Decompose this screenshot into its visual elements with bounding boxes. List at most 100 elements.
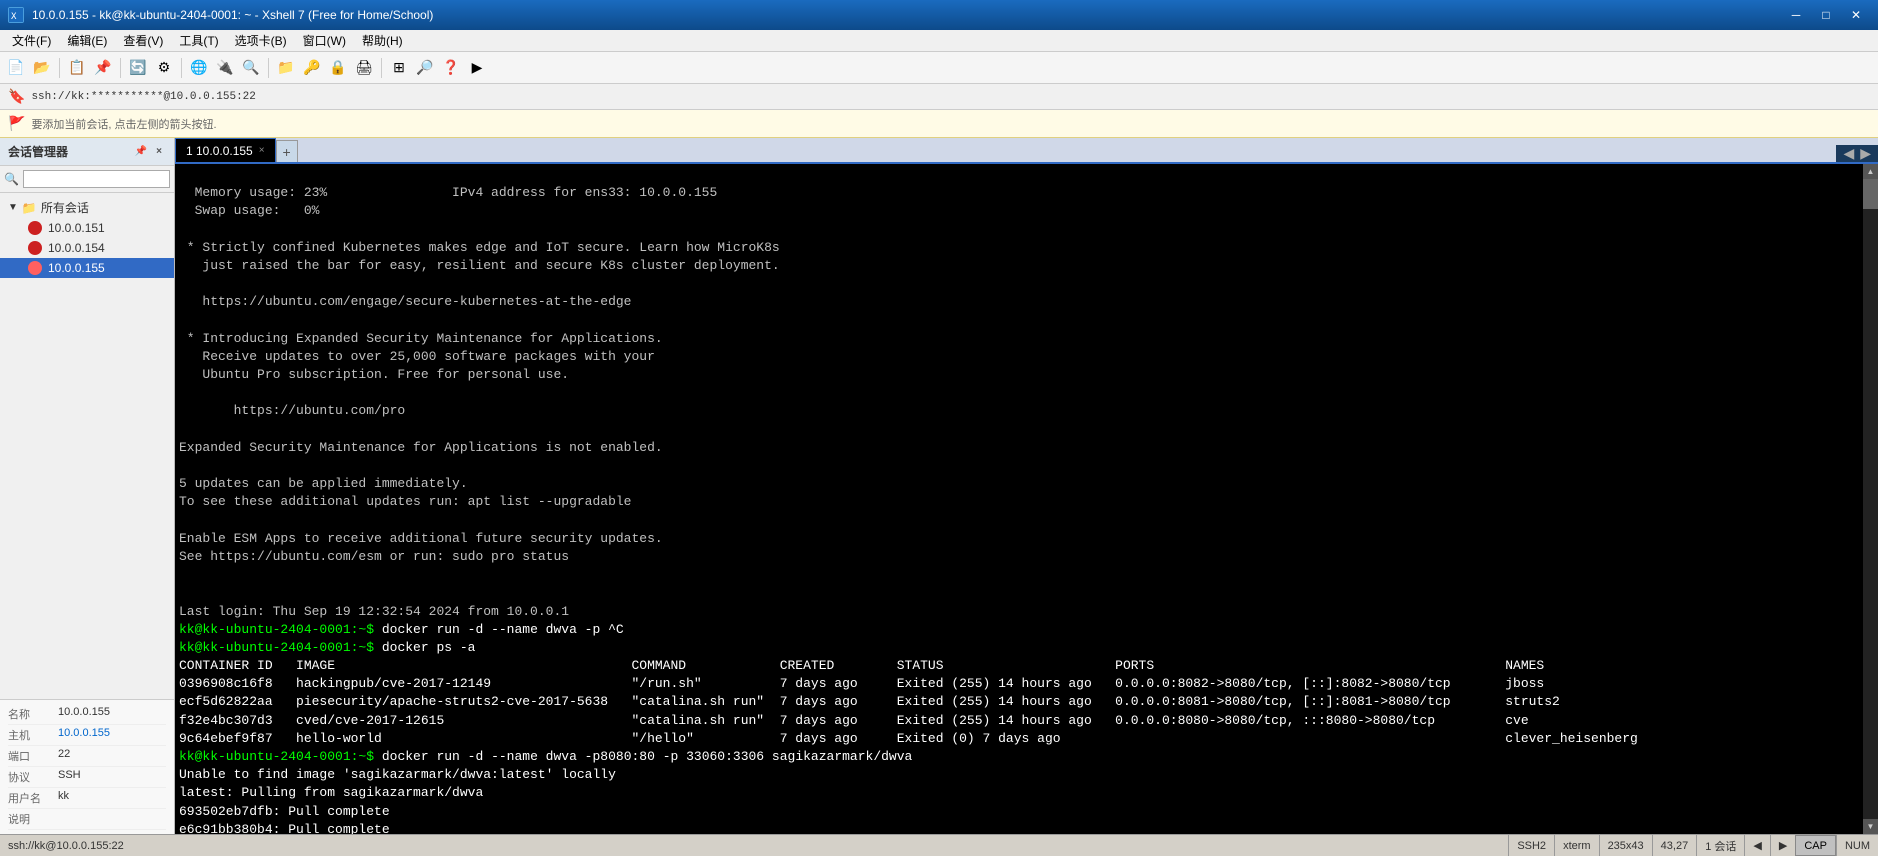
prop-label-port: 端口 bbox=[8, 748, 58, 764]
tree-root-all-sessions[interactable]: ▼ 📁 所有会话 bbox=[0, 197, 174, 218]
host-status-icon-151 bbox=[28, 221, 42, 235]
status-seg-ssh2: SSH2 bbox=[1508, 835, 1554, 856]
menu-bar: 文件(F)编辑(E)查看(V)工具(T)选项卡(B)窗口(W)帮助(H) bbox=[0, 30, 1878, 52]
sidebar-close-btn[interactable]: × bbox=[152, 145, 166, 159]
scroll-up-btn[interactable]: ▲ bbox=[1863, 164, 1878, 179]
scroll-down-btn[interactable]: ▼ bbox=[1863, 819, 1878, 834]
toolbar-disconnect[interactable]: 🔌 bbox=[213, 56, 237, 80]
nav-right-btn[interactable]: ▶ bbox=[1857, 145, 1874, 162]
status-left: ssh://kk@10.0.0.155:22 bbox=[0, 840, 1508, 852]
toolbar-more[interactable]: ▶ bbox=[465, 56, 489, 80]
scroll-thumb[interactable] bbox=[1863, 179, 1878, 209]
prop-value-protocol: SSH bbox=[58, 769, 166, 785]
host-label-155: 10.0.0.155 bbox=[48, 261, 105, 275]
sidebar-item-10.0.0.154[interactable]: 10.0.0.154 bbox=[0, 238, 174, 258]
toolbar-help[interactable]: ❓ bbox=[439, 56, 463, 80]
toolbar-sep-4 bbox=[268, 58, 269, 78]
close-button[interactable]: ✕ bbox=[1842, 5, 1870, 25]
menu-item-f[interactable]: 文件(F) bbox=[4, 30, 59, 51]
nav-left-btn[interactable]: ◀ bbox=[1840, 145, 1857, 162]
info-text: 要添加当前会话, 点击左侧的箭头按钮. bbox=[31, 116, 216, 132]
prop-label-host: 主机 bbox=[8, 727, 58, 743]
status-seg-cursor: 43,27 bbox=[1652, 835, 1697, 856]
info-icon: 🚩 bbox=[8, 115, 25, 132]
toolbar-new-file[interactable]: 📄 bbox=[4, 56, 28, 80]
address-icon: 🔖 bbox=[8, 88, 25, 105]
status-seg-sessions: 1 会话 bbox=[1696, 835, 1744, 856]
host-status-icon-155 bbox=[28, 261, 42, 275]
toolbar-sep-1 bbox=[59, 58, 60, 78]
toolbar-lock[interactable]: 🔒 bbox=[326, 56, 350, 80]
minimize-button[interactable]: ─ bbox=[1782, 5, 1810, 25]
search-icon: 🔍 bbox=[4, 172, 19, 186]
status-seg-arrow-right[interactable]: ▶ bbox=[1770, 835, 1795, 856]
menu-item-t[interactable]: 工具(T) bbox=[171, 30, 226, 51]
tab-close-btn[interactable]: × bbox=[259, 145, 265, 156]
prop-value-port: 22 bbox=[58, 748, 166, 764]
nav-arrows: ◀ ▶ bbox=[1836, 145, 1878, 162]
prop-row-username: 用户名 kk bbox=[8, 788, 166, 809]
terminal-main: Memory usage: 23% IPv4 address for ens33… bbox=[175, 164, 1878, 834]
title-bar: X 10.0.0.155 - kk@kk-ubuntu-2404-0001: ~… bbox=[0, 0, 1878, 30]
toolbar-settings[interactable]: ⚙ bbox=[152, 56, 176, 80]
terminal-tab-1[interactable]: 1 10.0.0.155 × bbox=[175, 138, 276, 162]
sidebar-header: 会话管理器 📌 × bbox=[0, 138, 174, 166]
tab-label: 1 10.0.0.155 bbox=[186, 144, 253, 158]
prop-label-desc: 说明 bbox=[8, 811, 58, 827]
status-cursor-label: 43,27 bbox=[1661, 840, 1689, 852]
sidebar-item-10.0.0.151[interactable]: 10.0.0.151 bbox=[0, 218, 174, 238]
terminal-content[interactable]: Memory usage: 23% IPv4 address for ens33… bbox=[175, 164, 1863, 834]
arrow-right-icon[interactable]: ▶ bbox=[1779, 839, 1787, 852]
menu-item-b[interactable]: 选项卡(B) bbox=[227, 30, 295, 51]
maximize-button[interactable]: □ bbox=[1812, 5, 1840, 25]
toolbar-search[interactable]: 🔍 bbox=[239, 56, 263, 80]
toolbar: 📄 📂 📋 📌 🔄 ⚙ 🌐 🔌 🔍 📁 🔑 🔒 🖨 ⊞ 🔎 ❓ ▶ bbox=[0, 52, 1878, 84]
scroll-track[interactable] bbox=[1863, 179, 1878, 819]
status-bar: ssh://kk@10.0.0.155:22 SSH2 xterm 235x43… bbox=[0, 834, 1878, 856]
toolbar-print[interactable]: 🖨 bbox=[352, 56, 376, 80]
menu-item-h[interactable]: 帮助(H) bbox=[354, 30, 411, 51]
status-dimensions-label: 235x43 bbox=[1608, 840, 1644, 852]
sidebar-header-controls: 📌 × bbox=[134, 145, 166, 159]
host-label-154: 10.0.0.154 bbox=[48, 241, 105, 255]
terminal-scrollbar[interactable]: ▲ ▼ bbox=[1863, 164, 1878, 834]
content-area: 会话管理器 📌 × 🔍 ▼ 📁 所有会话 bbox=[0, 138, 1878, 834]
toolbar-open[interactable]: 📂 bbox=[30, 56, 54, 80]
status-ssh2-label: SSH2 bbox=[1517, 840, 1546, 852]
toolbar-copy[interactable]: 📋 bbox=[65, 56, 89, 80]
app-icon: X bbox=[8, 7, 24, 23]
status-seg-xterm: xterm bbox=[1554, 835, 1599, 856]
menu-item-e[interactable]: 编辑(E) bbox=[59, 30, 115, 51]
status-seg-dimensions: 235x43 bbox=[1599, 835, 1652, 856]
address-text: ssh://kk:***********@10.0.0.155:22 bbox=[31, 91, 255, 103]
sidebar-item-10.0.0.155[interactable]: 10.0.0.155 bbox=[0, 258, 174, 278]
toolbar-connect[interactable]: 🌐 bbox=[187, 56, 211, 80]
status-seg-arrow-left[interactable]: ◀ bbox=[1744, 835, 1769, 856]
left-panel: 会话管理器 📌 × 🔍 ▼ 📁 所有会话 bbox=[0, 138, 175, 834]
toolbar-paste[interactable]: 📌 bbox=[91, 56, 115, 80]
toolbar-grid[interactable]: ⊞ bbox=[387, 56, 411, 80]
tab-add-btn[interactable]: + bbox=[276, 140, 298, 162]
prop-value-name: 10.0.0.155 bbox=[58, 706, 166, 722]
prop-row-protocol: 协议 SSH bbox=[8, 767, 166, 788]
toolbar-key[interactable]: 🔑 bbox=[300, 56, 324, 80]
svg-text:X: X bbox=[11, 12, 17, 22]
prop-row-name: 名称 10.0.0.155 bbox=[8, 704, 166, 725]
menu-item-w[interactable]: 窗口(W) bbox=[295, 30, 354, 51]
host-label-151: 10.0.0.151 bbox=[48, 221, 105, 235]
menu-item-v[interactable]: 查看(V) bbox=[115, 30, 171, 51]
status-segments: SSH2 xterm 235x43 43,27 1 会话 ◀ ▶ CAP bbox=[1508, 835, 1878, 856]
address-bar: 🔖 ssh://kk:***********@10.0.0.155:22 bbox=[0, 84, 1878, 110]
status-xterm-label: xterm bbox=[1563, 840, 1591, 852]
prop-row-port: 端口 22 bbox=[8, 746, 166, 767]
window-controls: ─ □ ✕ bbox=[1782, 5, 1870, 25]
toolbar-refresh[interactable]: 🔄 bbox=[126, 56, 150, 80]
toolbar-zoom[interactable]: 🔎 bbox=[413, 56, 437, 80]
toolbar-sep-3 bbox=[181, 58, 182, 78]
toolbar-sftp[interactable]: 📁 bbox=[274, 56, 298, 80]
arrow-left-icon[interactable]: ◀ bbox=[1753, 839, 1761, 852]
prop-row-host: 主机 10.0.0.155 bbox=[8, 725, 166, 746]
search-input[interactable] bbox=[23, 170, 170, 188]
sidebar-pin-btn[interactable]: 📌 bbox=[134, 145, 148, 159]
tree-arrow: ▼ bbox=[8, 202, 18, 213]
